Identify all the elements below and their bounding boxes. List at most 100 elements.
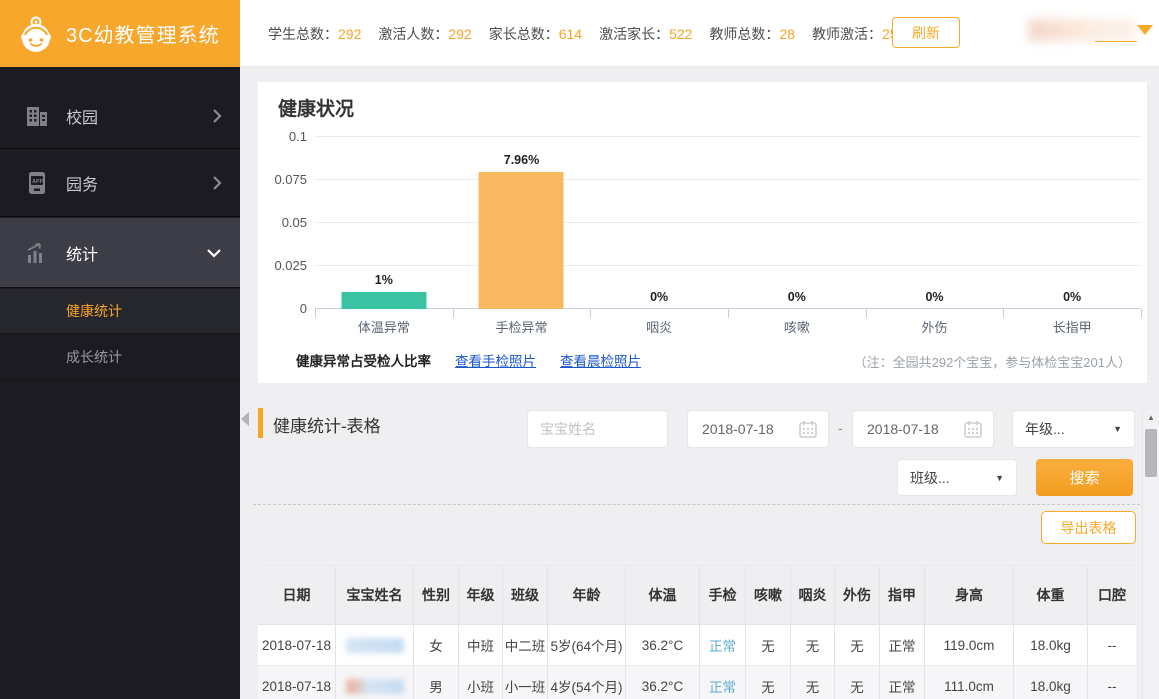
view-morning-check-photos-link[interactable]: 查看晨检照片 [560,350,641,370]
search-button[interactable]: 搜索 [1036,459,1133,496]
table-cell: 无 [835,625,880,666]
table-row: 2018-07-18女中班中二班5岁(64个月)36.2°C正常无无无正常119… [258,625,1136,666]
table-header-cell: 口腔 [1088,565,1136,625]
topbar-stat: 教师总数：28 [709,24,795,44]
grade-select[interactable]: 年级... ▼ [1012,410,1135,448]
table-cell: 男 [414,666,459,699]
topbar-stat: 家长总数：614 [489,24,582,44]
hand-check-status-link[interactable]: 正常 [700,666,746,699]
export-table-button[interactable]: 导出表格 [1041,511,1136,544]
table-cell: 5岁(64个月) [548,625,626,666]
sidebar-subitem-health-stats[interactable]: 健康统计 [0,289,240,334]
table-header-cell: 体温 [626,565,700,625]
bar-value-label: 0% [728,290,866,304]
chevron-right-icon [212,175,222,191]
scrollbar-up-arrow-icon[interactable]: ▲ [1143,413,1159,422]
health-table: 日期宝宝姓名性别年级班级年龄体温手检咳嗽咽炎外伤指甲身高体重口腔2018-07-… [258,565,1136,699]
class-select-value: 班级... [910,468,950,488]
legend-label: 健康异常占受检人比率 [296,350,431,370]
date-to-input[interactable]: 2018-07-18 [852,410,994,448]
refresh-button[interactable]: 刷新 [892,17,960,48]
topbar: 学生总数：292激活人数：292家长总数：614激活家长：522教师总数：28教… [240,0,1159,67]
bar-value-label: 7.96% [453,153,591,167]
y-tick-label: 0.05 [261,215,307,230]
chart-note: （注：全园共292个宝宝，参与体检宝宝201人） [854,352,1131,371]
table-header-cell: 年级 [459,565,503,625]
stat-value: 614 [559,26,582,42]
building-icon [24,103,50,129]
sidebar-subitem-label: 健康统计 [66,301,122,321]
bar-slot: 7.96% [453,137,591,309]
table-cell: 无 [746,625,791,666]
dashed-divider [253,504,1150,505]
table-cell: -- [1088,666,1136,699]
topbar-stats: 学生总数：292激活人数：292家长总数：614激活家长：522教师总数：28教… [268,0,898,67]
hand-check-status-link[interactable]: 正常 [700,625,746,666]
chevron-down-icon [206,248,222,258]
y-tick-label: 0.025 [261,258,307,273]
table-cell: 无 [835,666,880,699]
sidebar-item-campus[interactable]: 校园 [0,84,240,149]
bar-slot: 0% [728,137,866,309]
vertical-scrollbar[interactable]: ▲ [1142,410,1159,699]
table-cell: 119.0cm [925,625,1014,666]
baby-name-redacted [346,679,404,694]
grade-select-value: 年级... [1025,419,1065,439]
sidebar-collapse-toggle-icon[interactable] [241,412,249,426]
x-category-label: 体温异常 [315,317,453,336]
bar-slot: 1% [315,137,453,309]
table-cell: -- [1088,625,1136,666]
bar-体温异常 [341,292,426,309]
y-tick-label: 0 [261,301,307,316]
user-name-redacted[interactable] [1028,19,1136,41]
table-header-cell: 指甲 [880,565,925,625]
stat-label: 学生总数： [268,26,338,42]
bar-value-label: 0% [866,290,1004,304]
sidebar: 3C幼教管理系统 校园 APP 园务 [0,0,240,699]
view-hand-check-photos-link[interactable]: 查看手检照片 [455,350,536,370]
calendar-icon [798,419,818,439]
chart-legend: 健康异常占受检人比率 查看手检照片 查看晨检照片 [296,350,641,370]
baby-name-redacted [346,638,404,653]
x-category-label: 咽炎 [590,317,728,336]
table-cell: 无 [791,625,835,666]
app-logo: 3C幼教管理系统 [0,0,240,67]
topbar-stat: 学生总数：292 [268,24,361,44]
sidebar-item-statistics[interactable]: 统计 [0,218,240,288]
x-category-label: 咳嗽 [728,317,866,336]
table-cell: 正常 [880,625,925,666]
bar-chart-icon [24,240,50,266]
table-cell: 正常 [880,666,925,699]
bar-value-label: 1% [315,273,453,287]
table-header-cell: 班级 [503,565,548,625]
date-range-separator: - [838,420,843,436]
health-status-card: 健康状况 体温异常1%手检异常7.96%咽炎0%咳嗽0%外伤0%长指甲0% 00… [258,82,1147,383]
table-header-cell: 体重 [1014,565,1088,625]
table-cell: 中班 [459,625,503,666]
scrollbar-thumb[interactable] [1145,429,1157,477]
class-select[interactable]: 班级... ▼ [897,459,1017,496]
app-title: 3C幼教管理系统 [66,19,220,48]
stat-label: 教师总数： [709,26,779,42]
x-axis-tick [1141,309,1142,318]
section-accent-bar [258,408,263,438]
table-row: 2018-07-18男小班小一班4岁(54个月)36.2°C正常无无无正常111… [258,666,1136,699]
date-from-input[interactable]: 2018-07-18 [687,410,829,448]
table-header-cell: 咳嗽 [746,565,791,625]
stat-value: 28 [779,26,795,42]
table-cell: 女 [414,625,459,666]
sidebar-item-label: 校园 [66,104,98,128]
user-dropdown-caret-icon[interactable] [1137,25,1153,35]
chart-plot-area: 体温异常1%手检异常7.96%咽炎0%咳嗽0%外伤0%长指甲0% [315,137,1141,309]
table-header-cell: 咽炎 [791,565,835,625]
app-device-icon: APP [24,170,50,196]
table-cell [336,625,414,666]
sidebar-item-affairs[interactable]: APP 园务 [0,150,240,217]
bar-slot: 0% [1003,137,1141,309]
baby-name-input[interactable] [527,410,668,448]
robot-face-icon [18,14,54,54]
stat-label: 教师激活： [812,26,882,42]
sidebar-subitem-growth-stats[interactable]: 成长统计 [0,335,240,380]
date-from-value: 2018-07-18 [702,421,774,437]
topbar-stat: 激活家长：522 [599,24,692,44]
